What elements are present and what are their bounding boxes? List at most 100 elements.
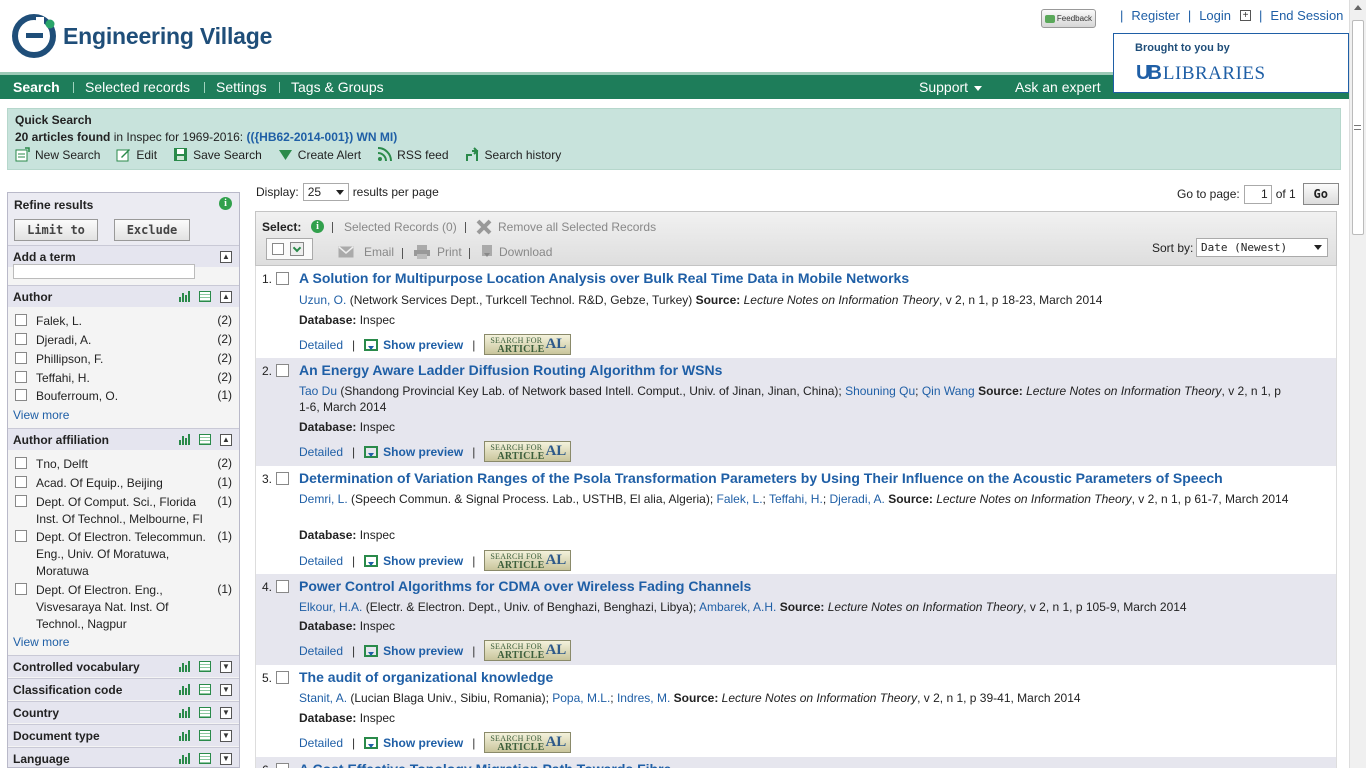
- collapse-icon[interactable]: ▲: [220, 434, 232, 446]
- facet-item[interactable]: Acad. Of Equip., Beijing (1): [13, 475, 234, 492]
- author-link[interactable]: Stanit, A.: [299, 691, 347, 705]
- end-session-link[interactable]: End Session: [1270, 8, 1343, 23]
- engineering-village-logo[interactable]: Engineering Village: [12, 13, 272, 59]
- record-title-link[interactable]: A Solution for Multipurpose Location Ana…: [299, 270, 909, 286]
- detailed-link[interactable]: Detailed: [299, 644, 343, 658]
- show-preview-link[interactable]: Show preview: [364, 445, 463, 459]
- facet-checkbox[interactable]: [15, 314, 27, 326]
- edit-search-button[interactable]: Edit: [116, 147, 157, 162]
- table-icon[interactable]: [199, 730, 211, 741]
- facet-collapsed[interactable]: Classification code ▼: [8, 678, 239, 700]
- expand-icon[interactable]: ▼: [220, 661, 232, 673]
- exclude-button[interactable]: Exclude: [114, 219, 190, 241]
- author-link[interactable]: Shouning Qu: [845, 384, 915, 398]
- expand-icon[interactable]: ▼: [220, 707, 232, 719]
- facet-item[interactable]: Teffahi, H. (2): [13, 370, 234, 387]
- table-icon[interactable]: [199, 434, 211, 445]
- facet-collapsed[interactable]: Document type ▼: [8, 724, 239, 746]
- author-link[interactable]: Djeradi, A.: [829, 492, 884, 506]
- show-preview-link[interactable]: Show preview: [364, 736, 463, 750]
- new-search-button[interactable]: New Search: [15, 147, 100, 162]
- author-link[interactable]: Demri, L.: [299, 492, 348, 506]
- detailed-link[interactable]: Detailed: [299, 338, 343, 352]
- facet-item[interactable]: Djeradi, A. (2): [13, 332, 234, 349]
- facet-checkbox[interactable]: [15, 530, 27, 542]
- page-scrollbar[interactable]: [1349, 0, 1366, 768]
- record-checkbox[interactable]: [276, 364, 289, 377]
- facet-item[interactable]: Tno, Delft (2): [13, 456, 234, 473]
- table-icon[interactable]: [199, 291, 211, 302]
- search-for-article-button[interactable]: SEARCH FOR ARTICLE AL: [484, 732, 572, 753]
- facet-item[interactable]: Falek, L. (2): [13, 313, 234, 330]
- detailed-link[interactable]: Detailed: [299, 554, 343, 568]
- facet-item[interactable]: Phillipson, F. (2): [13, 351, 234, 368]
- nav-ask-expert[interactable]: Ask an expert: [1015, 79, 1101, 95]
- expand-icon[interactable]: ▼: [220, 684, 232, 696]
- facet-item[interactable]: Dept. Of Comput. Sci., Florida Inst. Of …: [13, 494, 234, 528]
- author-link[interactable]: Uzun, O.: [299, 293, 346, 307]
- register-link[interactable]: Register: [1131, 8, 1179, 23]
- nav-support[interactable]: Support: [919, 79, 983, 95]
- author-link[interactable]: Indres, M.: [617, 691, 670, 705]
- facet-checkbox[interactable]: [15, 371, 27, 383]
- search-for-article-button[interactable]: SEARCH FOR ARTICLE AL: [484, 334, 572, 355]
- email-button[interactable]: Email: [338, 245, 394, 259]
- record-checkbox[interactable]: [276, 580, 289, 593]
- remove-selected-button[interactable]: Remove all Selected Records: [475, 218, 656, 236]
- facet-collapsed[interactable]: Language ▼: [8, 747, 239, 767]
- rss-feed-button[interactable]: RSS feed: [377, 147, 449, 162]
- print-button[interactable]: Print: [414, 245, 462, 259]
- show-preview-link[interactable]: Show preview: [364, 338, 463, 352]
- author-link[interactable]: Ambarek, A.H.: [699, 600, 776, 614]
- select-dropdown[interactable]: [290, 242, 304, 256]
- bar-chart-icon[interactable]: [178, 661, 190, 672]
- facet-checkbox[interactable]: [15, 389, 27, 401]
- feedback-button[interactable]: Feedback: [1041, 9, 1096, 28]
- facet-checkbox[interactable]: [15, 495, 27, 507]
- record-title-link[interactable]: Power Control Algorithms for CDMA over W…: [299, 578, 751, 594]
- download-button[interactable]: Download: [480, 245, 552, 259]
- bar-chart-icon[interactable]: [178, 707, 190, 718]
- expand-icon[interactable]: ▼: [220, 753, 232, 765]
- table-icon[interactable]: [199, 684, 211, 695]
- create-alert-button[interactable]: Create Alert: [278, 147, 361, 162]
- affiliation-view-more-link[interactable]: View more: [13, 635, 69, 649]
- add-term-input[interactable]: [13, 264, 195, 279]
- author-link[interactable]: Qin Wang: [922, 384, 975, 398]
- facet-collapsed[interactable]: Country ▼: [8, 701, 239, 723]
- table-icon[interactable]: [199, 753, 211, 764]
- nav-settings[interactable]: Settings: [216, 79, 267, 95]
- show-preview-link[interactable]: Show preview: [364, 554, 463, 568]
- table-icon[interactable]: [199, 661, 211, 672]
- search-for-article-button[interactable]: SEARCH FOR ARTICLE AL: [484, 640, 572, 661]
- search-history-button[interactable]: Search history: [465, 147, 561, 162]
- facet-item[interactable]: Dept. Of Electron. Telecommun. Eng., Uni…: [13, 529, 234, 581]
- table-icon[interactable]: [199, 707, 211, 718]
- author-view-more-link[interactable]: View more: [13, 408, 69, 422]
- search-query[interactable]: (({HB62-2014-001}) WN MI): [246, 130, 397, 144]
- show-preview-link[interactable]: Show preview: [364, 644, 463, 658]
- info-icon[interactable]: i: [311, 220, 324, 233]
- facet-item[interactable]: Bouferroum, O. (1): [13, 388, 234, 405]
- record-title-link[interactable]: The audit of organizational knowledge: [299, 669, 553, 685]
- author-link[interactable]: Popa, M.L.: [552, 691, 610, 705]
- collapse-icon[interactable]: ▲: [220, 291, 232, 303]
- record-checkbox[interactable]: [276, 272, 289, 285]
- scroll-up-icon[interactable]: [1354, 5, 1362, 10]
- facet-checkbox[interactable]: [15, 457, 27, 469]
- detailed-link[interactable]: Detailed: [299, 736, 343, 750]
- author-link[interactable]: Falek, L.: [717, 492, 763, 506]
- record-checkbox[interactable]: [276, 472, 289, 485]
- bar-chart-icon[interactable]: [178, 434, 190, 445]
- page-input[interactable]: 1: [1243, 184, 1272, 204]
- expand-icon[interactable]: ▼: [220, 730, 232, 742]
- author-link[interactable]: Teffahi, H.: [769, 492, 823, 506]
- nav-selected-records[interactable]: Selected records: [85, 79, 190, 95]
- bar-chart-icon[interactable]: [178, 753, 190, 764]
- limit-to-button[interactable]: Limit to: [14, 219, 98, 241]
- nav-search[interactable]: Search: [13, 79, 60, 95]
- facet-checkbox[interactable]: [15, 352, 27, 364]
- search-for-article-button[interactable]: SEARCH FOR ARTICLE AL: [484, 441, 572, 462]
- select-all-control[interactable]: [266, 238, 313, 260]
- collapse-icon[interactable]: ▲: [220, 251, 232, 263]
